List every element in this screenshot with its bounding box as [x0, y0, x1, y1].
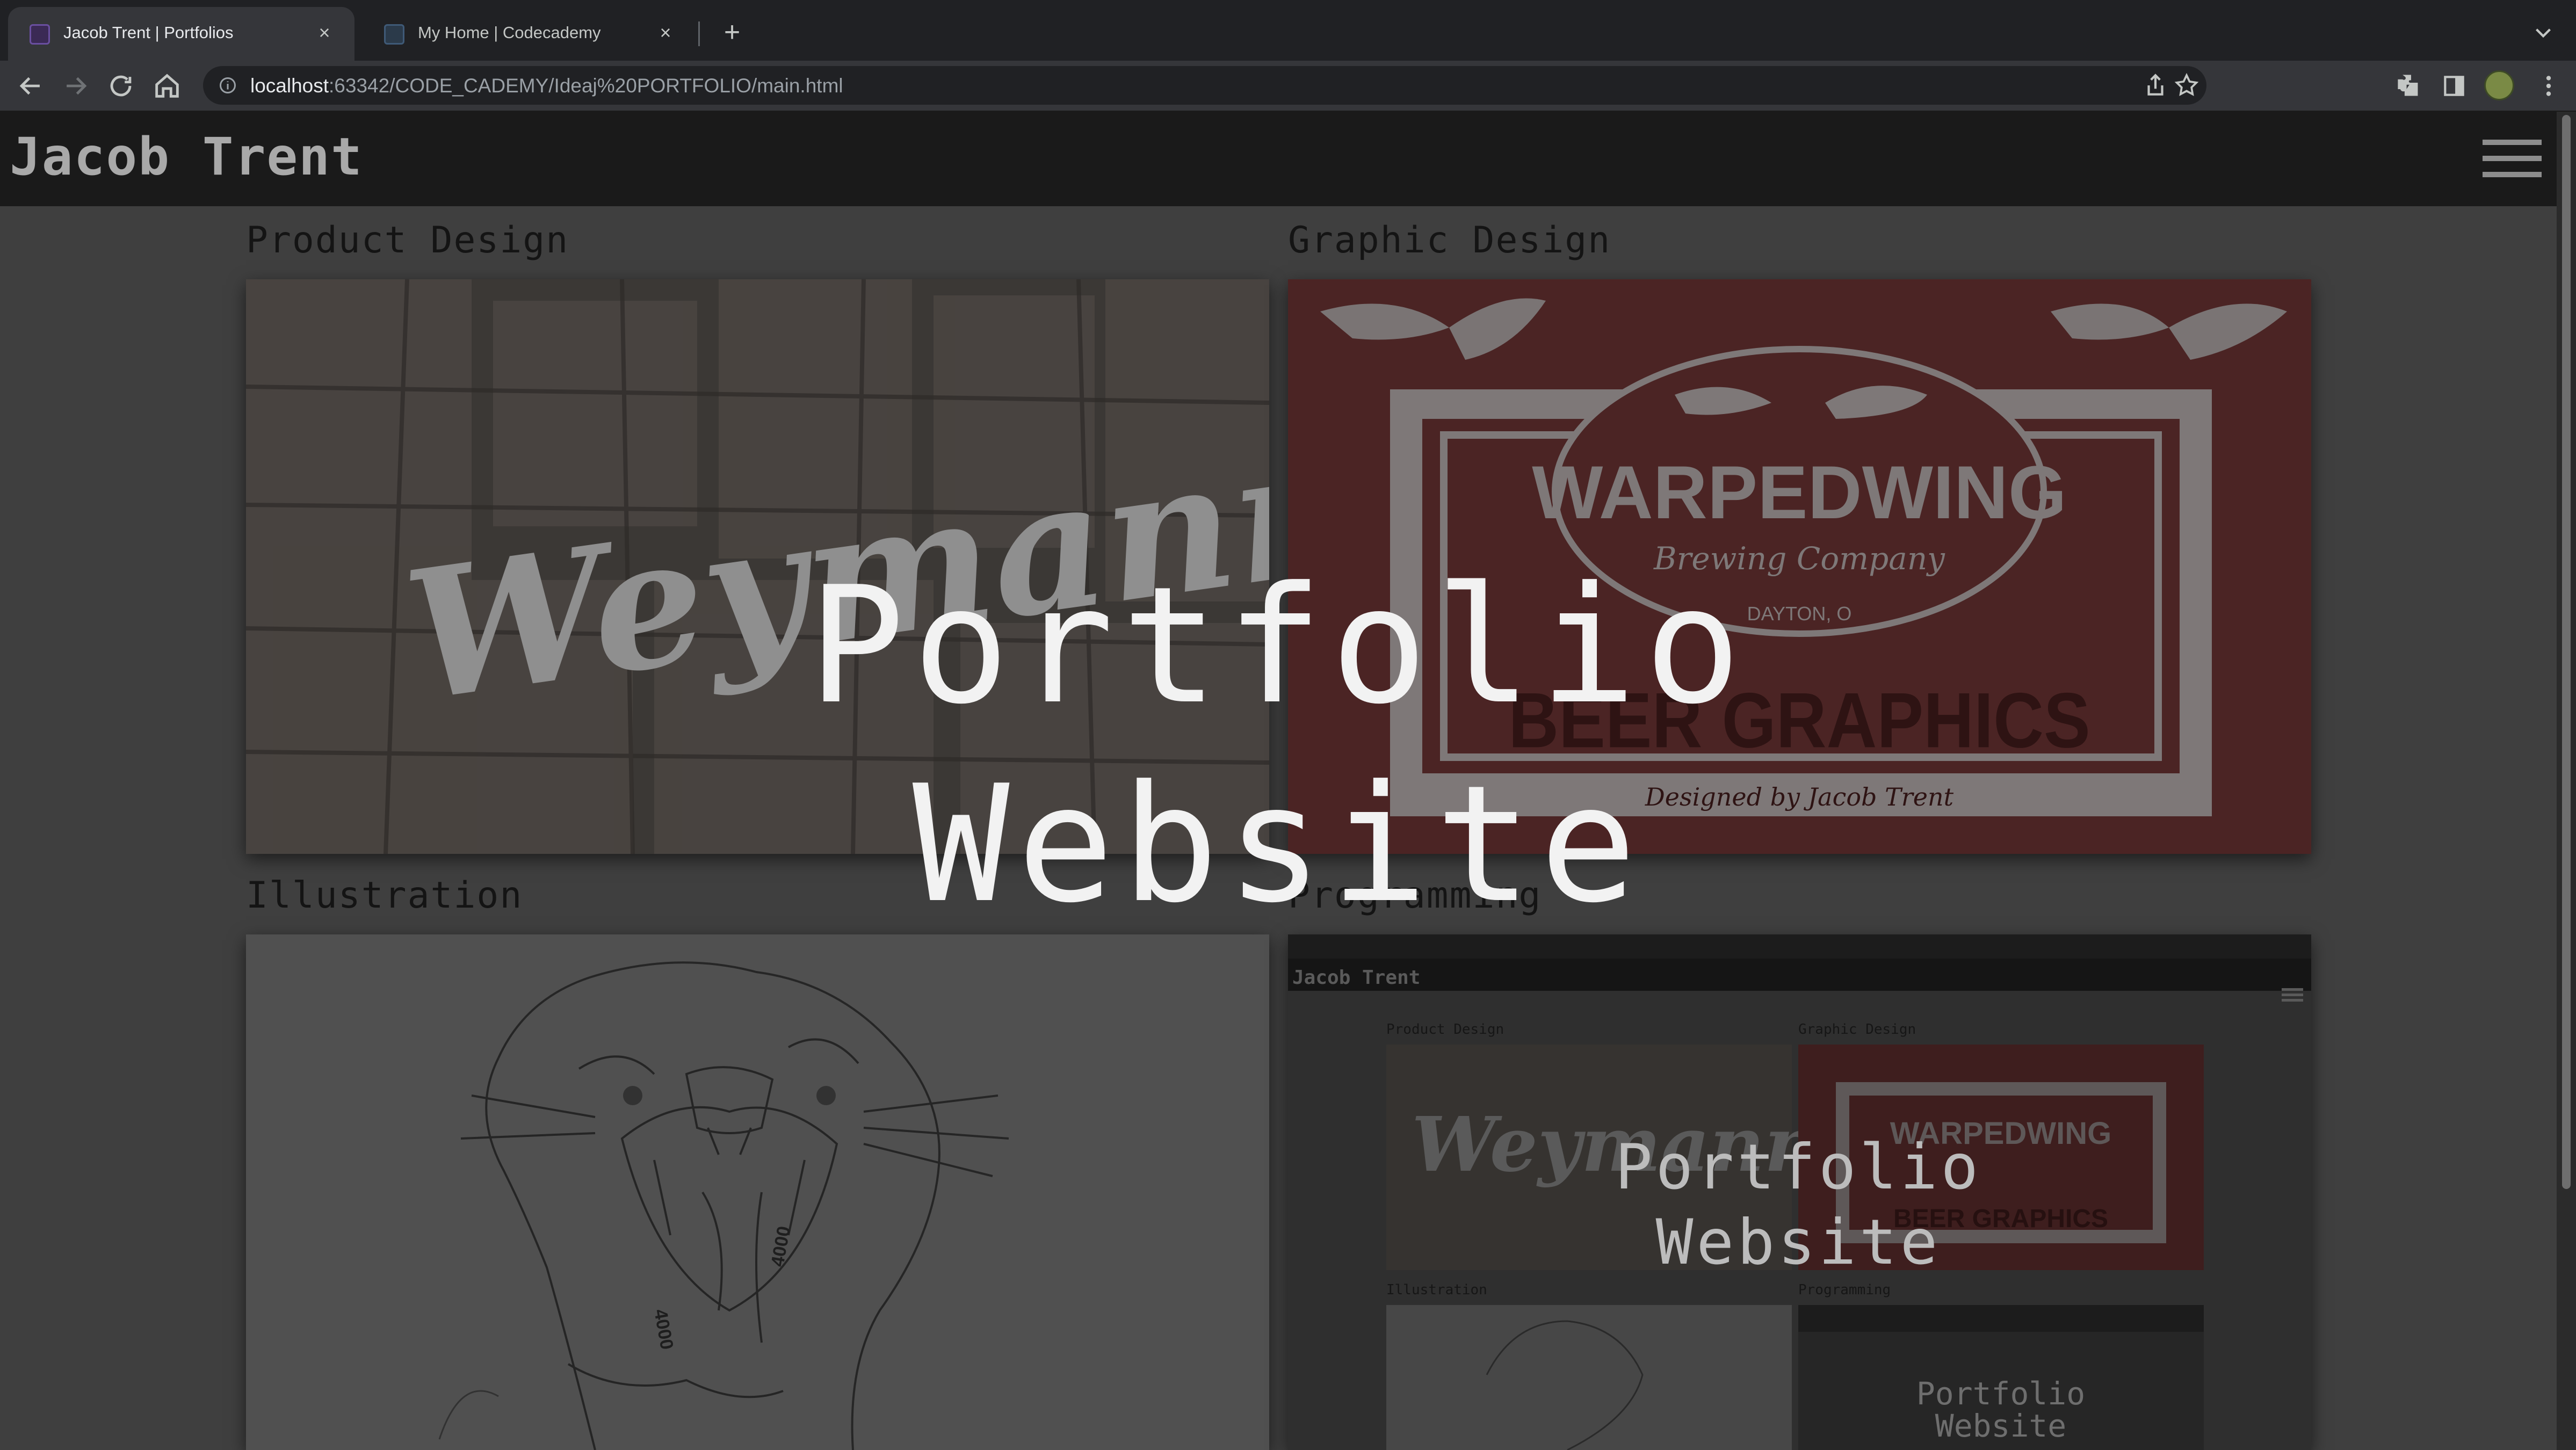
tab-strip: Jacob Trent | Portfolios × My Home | Cod… [0, 0, 2576, 61]
illustration-image: 4000 4000 [246, 934, 1269, 1450]
webstorm-icon [30, 24, 50, 45]
home-icon[interactable] [151, 70, 183, 102]
url-text: localhost:63342/CODE_CADEMY/Ideaj%20PORT… [250, 75, 843, 97]
site-header: Jacob Trent [0, 112, 2557, 206]
kebab-menu-icon[interactable] [2535, 73, 2562, 99]
url-host: localhost [250, 75, 329, 97]
browser-toolbar: localhost:63342/CODE_CADEMY/Ideaj%20PORT… [0, 61, 2576, 112]
section-title-graphic-design: Graphic Design [1288, 219, 1611, 262]
close-tab-icon[interactable]: × [652, 19, 679, 47]
svg-text:Illustration: Illustration [1386, 1282, 1487, 1298]
site-info-icon[interactable] [218, 76, 237, 95]
svg-text:Programming: Programming [1798, 1282, 1891, 1298]
profile-avatar[interactable] [2484, 70, 2514, 100]
new-tab-button[interactable]: + [716, 16, 748, 48]
programming-card[interactable]: Jacob Trent Product Design Graphic Desig… [1288, 934, 2311, 1450]
address-bar[interactable]: localhost:63342/CODE_CADEMY/Ideaj%20PORT… [203, 66, 2206, 105]
reload-icon[interactable] [105, 70, 136, 102]
programming-screenshot-image: Jacob Trent Product Design Graphic Desig… [1288, 934, 2311, 1450]
tab-search-chevron-icon[interactable] [2530, 19, 2557, 46]
svg-text:Portfolio: Portfolio [1916, 1375, 2085, 1412]
hero-line-2: Website [912, 751, 1645, 938]
page-viewport: Jacob Trent Product Design Weymann Graph… [0, 112, 2557, 1450]
bookmark-star-icon[interactable] [2173, 72, 2200, 99]
tab-codecademy[interactable]: My Home | Codecademy × [363, 7, 696, 61]
preview-hero-line2: Website [1656, 1206, 1941, 1279]
section-title-product-design: Product Design [246, 219, 569, 262]
side-panel-icon[interactable] [2441, 73, 2468, 99]
scrollbar-thumb[interactable] [2562, 115, 2571, 1189]
close-tab-icon[interactable]: × [310, 19, 338, 47]
forward-arrow-icon[interactable] [60, 70, 91, 102]
hero-title: Portfolio Website [0, 547, 2557, 944]
extensions-puzzle-icon[interactable] [2396, 73, 2422, 99]
back-arrow-icon[interactable] [15, 70, 46, 102]
illustration-card[interactable]: 4000 4000 [246, 934, 1269, 1450]
site-title[interactable]: Jacob Trent [10, 127, 363, 187]
url-path: :63342/CODE_CADEMY/Ideaj%20PORTFOLIO/mai… [329, 75, 843, 97]
svg-text:Product Design: Product Design [1386, 1021, 1504, 1038]
hamburger-menu-icon[interactable] [2483, 140, 2542, 177]
tab-separator [698, 21, 700, 46]
page-scrollbar[interactable] [2557, 112, 2576, 1450]
tab-label: My Home | Codecademy [418, 23, 601, 42]
preview-site-title: Jacob Trent [1292, 967, 1420, 989]
tab-label: Jacob Trent | Portfolios [63, 23, 234, 42]
preview-hero-line1: Portfolio [1615, 1131, 1982, 1204]
warpedwing-logo-text: WARPEDWING [1532, 450, 2067, 534]
tab-jacob-trent[interactable]: Jacob Trent | Portfolios × [8, 7, 354, 61]
share-icon[interactable] [2142, 72, 2169, 99]
svg-text:Graphic Design: Graphic Design [1798, 1021, 1916, 1038]
codecademy-icon [384, 24, 404, 45]
svg-text:Website: Website [1935, 1408, 2066, 1444]
hero-line-1: Portfolio [808, 552, 1749, 740]
